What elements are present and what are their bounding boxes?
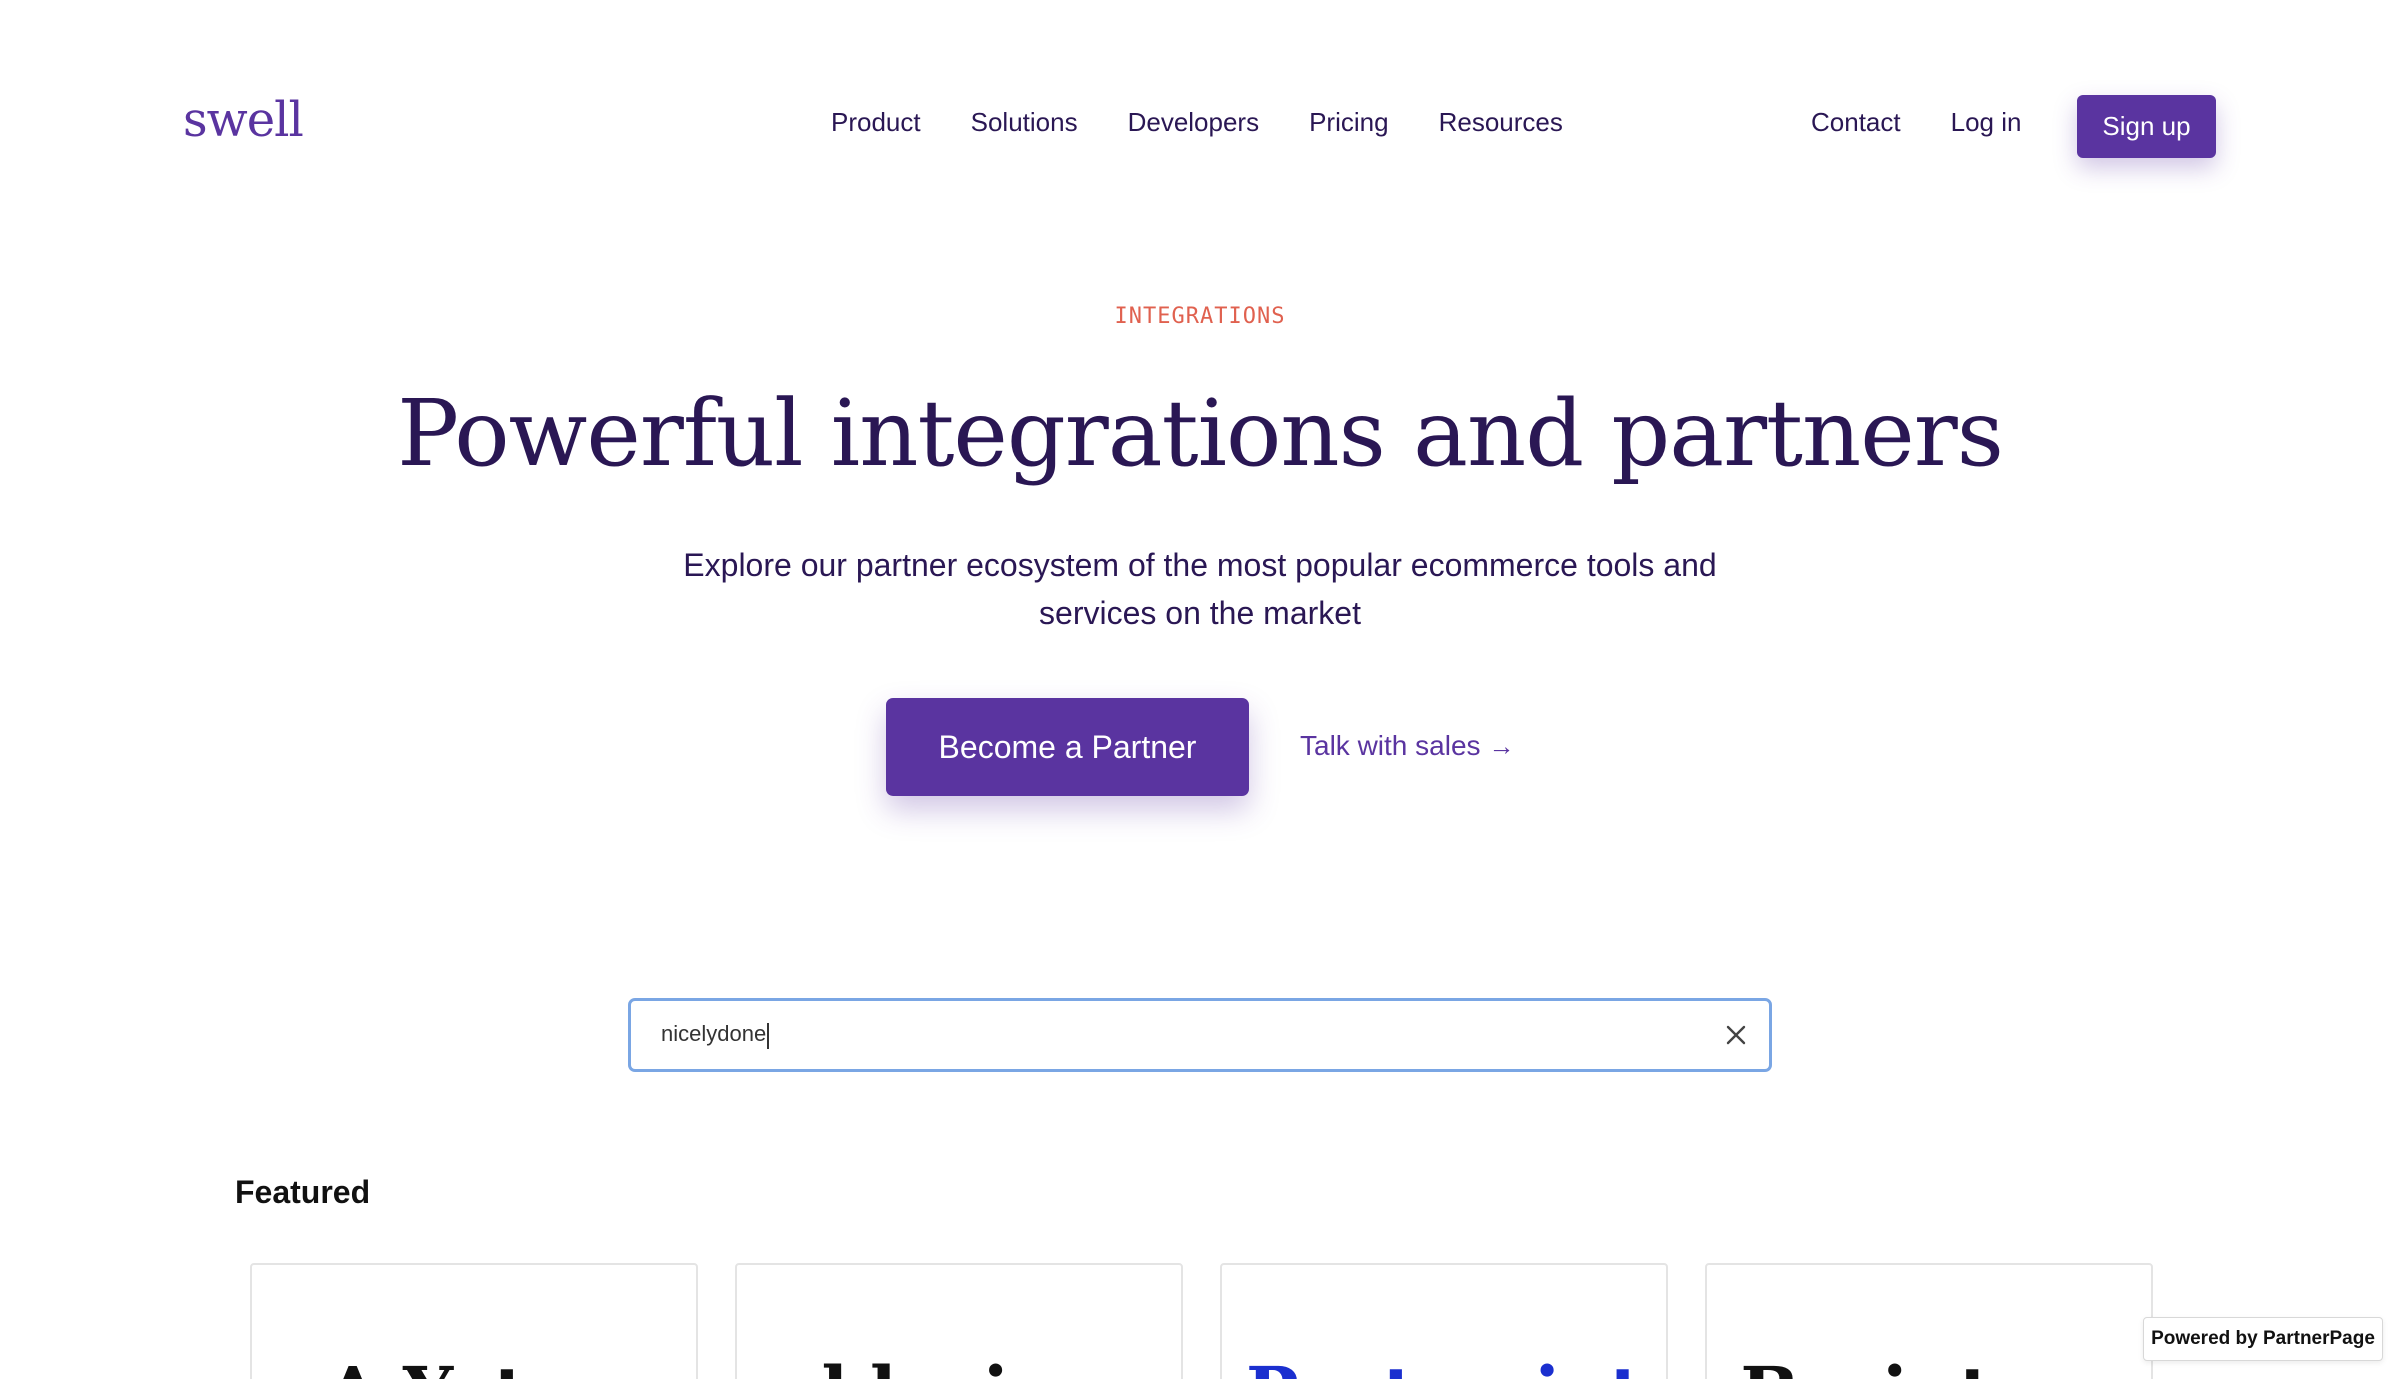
signup-button[interactable]: Sign up: [2077, 95, 2216, 158]
login-link[interactable]: Log in: [1951, 107, 2022, 138]
nav-product[interactable]: Product: [831, 107, 921, 138]
search-input-value: nicelydone: [661, 1021, 1721, 1049]
swell-logo[interactable]: swell: [183, 92, 304, 148]
search-input[interactable]: nicelydone: [628, 998, 1772, 1072]
become-partner-button[interactable]: Become a Partner: [886, 698, 1249, 796]
braintree-logo: Braintree: [1707, 1351, 2151, 1379]
page-subtitle: Explore our partner ecosystem of the mos…: [683, 547, 1717, 631]
account-nav: Contact Log in: [1811, 107, 2021, 138]
section-eyebrow: INTEGRATIONS: [1114, 304, 1286, 329]
page: swell Product Solutions Developers Prici…: [0, 0, 2400, 1379]
arrow-right-icon: →: [1488, 730, 1515, 761]
close-icon[interactable]: [1721, 1020, 1751, 1050]
nav-resources[interactable]: Resources: [1439, 107, 1563, 138]
main-nav: Product Solutions Developers Pricing Res…: [831, 107, 1563, 138]
partner-card-yotpo[interactable]: ∆ Yotpo: [250, 1263, 698, 1379]
partner-card-braintree[interactable]: Braintree: [1705, 1263, 2153, 1379]
page-title: Powerful integrations and partners: [397, 380, 2004, 487]
nav-solutions[interactable]: Solutions: [971, 107, 1078, 138]
klaviyo-logo: klaviyo: [737, 1351, 1181, 1379]
yotpo-logo: ∆ Yotpo: [252, 1351, 696, 1379]
talk-with-sales-label: Talk with sales: [1300, 730, 1481, 761]
nav-pricing[interactable]: Pricing: [1309, 107, 1388, 138]
partner-card-postscript[interactable]: Postscript: [1220, 1263, 1668, 1379]
featured-heading: Featured: [235, 1174, 371, 1210]
nav-developers[interactable]: Developers: [1128, 107, 1260, 138]
featured-cards: ∆ Yotpo klaviyo Postscript Braintree: [250, 1263, 2153, 1379]
powered-by-badge[interactable]: Powered by PartnerPage: [2143, 1317, 2383, 1361]
partner-card-klaviyo[interactable]: klaviyo: [735, 1263, 1183, 1379]
contact-link[interactable]: Contact: [1811, 107, 1901, 138]
postscript-logo: Postscript: [1222, 1351, 1666, 1379]
text-caret: [767, 1022, 770, 1049]
talk-with-sales-link[interactable]: Talk with sales →: [1300, 730, 1515, 762]
